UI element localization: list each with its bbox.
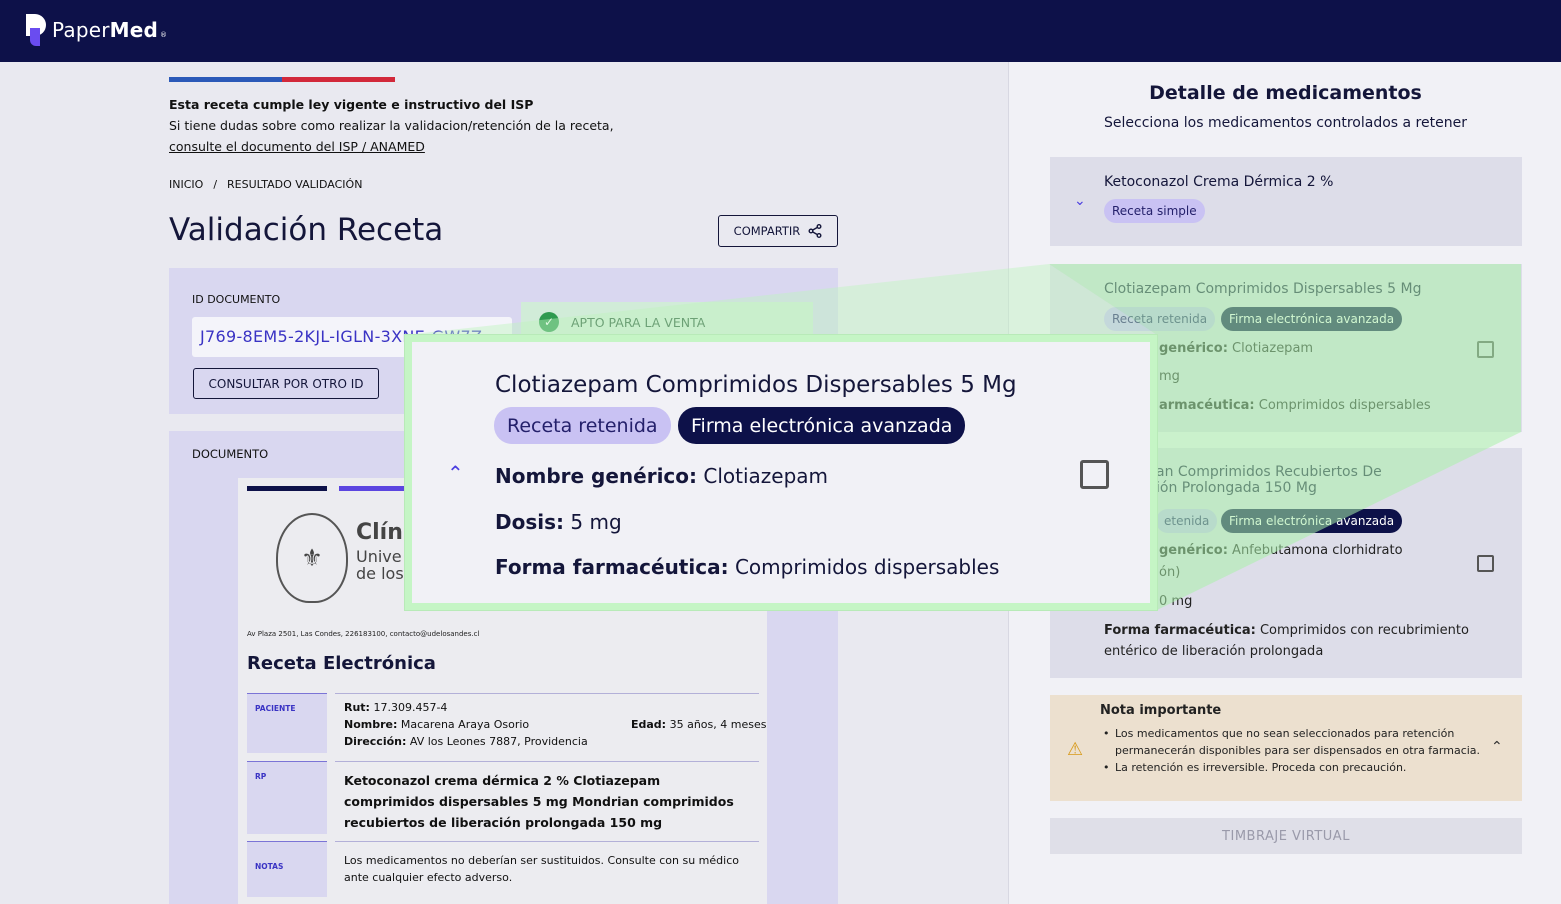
- dose: mg: [1159, 369, 1180, 384]
- papermed-logo-icon: [26, 14, 46, 46]
- retain-checkbox[interactable]: [1477, 341, 1494, 358]
- university-seal-icon: ⚜: [276, 513, 348, 603]
- page-title: Validación Receta: [169, 212, 444, 248]
- share-icon: [808, 224, 822, 238]
- patient-age: Edad: 35 años, 4 meses: [631, 718, 767, 731]
- retain-checkbox[interactable]: [1477, 555, 1494, 572]
- prescription-title: Receta Electrónica: [247, 653, 436, 674]
- medication-name: Clotiazepam Comprimidos Dispersables 5 M…: [1104, 281, 1422, 297]
- pharmaceutical-form-continued: entérico de liberación prolongada: [1104, 644, 1324, 659]
- share-button[interactable]: COMPARTIR: [718, 215, 838, 247]
- pharmaceutical-form: armacéutica: Comprimidos dispersables: [1159, 398, 1431, 413]
- badge-receta-retenida: Receta retenida: [1104, 307, 1216, 331]
- breadcrumb-current: RESULTADO VALIDACIÓN: [227, 178, 363, 191]
- patient-section-label: PACIENTE: [247, 693, 327, 753]
- medication-card-ketoconazol[interactable]: ⌄ Ketoconazol Crema Dérmica 2 % Receta s…: [1050, 157, 1522, 246]
- flag-stripe: [169, 77, 395, 82]
- patient-rut: Rut: 17.309.457-4: [344, 701, 448, 714]
- logo-text: PaperMed: [52, 18, 159, 42]
- isp-document-link[interactable]: consulte el documento del ISP / ANAMED: [169, 139, 425, 154]
- pharmaceutical-form: Forma farmacéutica: Comprimidos con recu…: [1104, 623, 1469, 638]
- generic-name: genérico: Clotiazepam: [1159, 341, 1314, 356]
- chevron-up-icon[interactable]: ⌃: [447, 461, 464, 485]
- zoom-badge-receta-retenida: Receta retenida: [494, 407, 671, 444]
- generic-name-continued: ón): [1159, 565, 1181, 580]
- document-label: DOCUMENTO: [192, 447, 269, 461]
- breadcrumb: INICIO / RESULTADO VALIDACIÓN: [169, 178, 362, 191]
- zoomed-medication-card: Clotiazepam Comprimidos Dispersables 5 M…: [405, 335, 1157, 610]
- law-notice-title: Esta receta cumple ley vigente e instruc…: [169, 97, 534, 112]
- clinic-subtitle: Unive de los: [356, 547, 404, 583]
- panel-title: Detalle de medicamentos: [1149, 82, 1422, 104]
- badge-firma-electronica: Firma electrónica avanzada: [1221, 307, 1403, 331]
- generic-name: genérico: Anfebutamona clorhidrato: [1159, 543, 1403, 558]
- zoom-badge-firma-electronica: Firma electrónica avanzada: [678, 407, 966, 444]
- badge-receta-simple: Receta simple: [1104, 199, 1205, 223]
- top-bar: PaperMed ®: [0, 0, 1561, 62]
- warning-icon: ⚠: [1067, 739, 1084, 760]
- patient-address: Dirección: AV los Leones 7887, Providenc…: [344, 735, 588, 748]
- note-item: La retención es irreversible. Proceda co…: [1100, 759, 1500, 776]
- share-label: COMPARTIR: [733, 224, 801, 238]
- chevron-down-icon[interactable]: ⌄: [1074, 193, 1086, 209]
- rp-text: Ketoconazol crema dérmica 2 % Clotiazepa…: [344, 773, 734, 830]
- badge-receta-retenida: etenida: [1156, 509, 1218, 533]
- breadcrumb-separator: /: [213, 178, 218, 191]
- zoom-generic-name: Nombre genérico: Clotiazepam: [495, 464, 829, 488]
- panel-subtitle: Selecciona los medicamentos controlados …: [1104, 115, 1467, 131]
- clinic-name: Clín: [356, 520, 403, 545]
- header-bar: [247, 486, 327, 491]
- divider: [335, 761, 759, 762]
- law-notice-text: Si tiene dudas sobre como realizar la va…: [169, 118, 614, 133]
- notes-section-label: NOTAS: [247, 841, 327, 897]
- dose: 0 mg: [1159, 594, 1193, 609]
- chevron-up-icon[interactable]: ⌃: [1491, 739, 1503, 755]
- important-note: ⚠ Nota importante Los medicamentos que n…: [1050, 695, 1522, 801]
- document-id-label: ID DOCUMENTO: [192, 293, 281, 306]
- medication-name: an Comprimidos Recubiertos De ión Prolong…: [1156, 464, 1382, 496]
- notes-text: Los medicamentos no deberían ser sustitu…: [344, 854, 739, 884]
- divider: [335, 841, 759, 842]
- virtual-stamp-button[interactable]: TIMBRAJE VIRTUAL: [1050, 818, 1522, 854]
- zoom-pharmaceutical-form: Forma farmacéutica: Comprimidos dispersa…: [495, 555, 1000, 579]
- clinic-address: Av Plaza 2501, Las Condes, 226183100, co…: [247, 630, 480, 638]
- divider: [335, 693, 759, 694]
- breadcrumb-home[interactable]: INICIO: [169, 178, 203, 191]
- note-list: Los medicamentos que no sean seleccionad…: [1100, 725, 1500, 776]
- zoom-dose: Dosis: 5 mg: [495, 510, 622, 534]
- medication-name: Ketoconazol Crema Dérmica 2 %: [1104, 174, 1334, 190]
- note-item: Los medicamentos que no sean seleccionad…: [1100, 725, 1500, 759]
- consult-other-id-button[interactable]: CONSULTAR POR OTRO ID: [193, 368, 379, 399]
- registered-mark: ®: [160, 31, 168, 39]
- rp-section-label: RP: [247, 761, 327, 834]
- note-title: Nota importante: [1100, 703, 1222, 718]
- zoom-retain-checkbox[interactable]: [1080, 460, 1109, 489]
- sale-status-text: APTO PARA LA VENTA: [571, 314, 706, 330]
- check-circle-icon: ✓: [539, 312, 559, 332]
- patient-name: Nombre: Macarena Araya Osorio: [344, 718, 530, 731]
- badge-firma-electronica: Firma electrónica avanzada: [1221, 509, 1403, 533]
- papermed-logo[interactable]: PaperMed ®: [26, 14, 167, 46]
- zoom-medication-name: Clotiazepam Comprimidos Dispersables 5 M…: [495, 372, 1017, 398]
